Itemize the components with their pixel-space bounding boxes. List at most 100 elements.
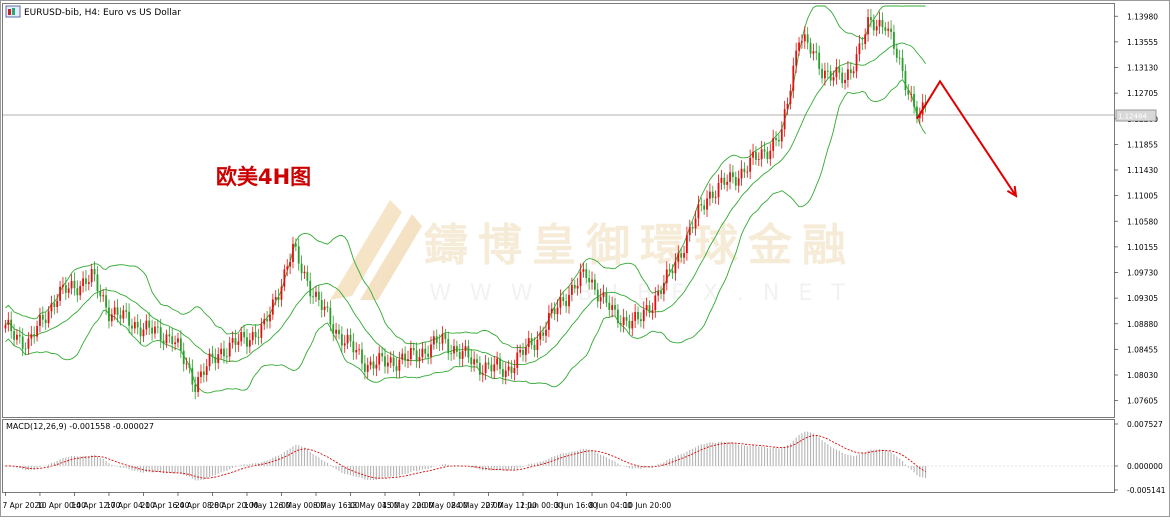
candle-body xyxy=(588,277,591,283)
candle-body xyxy=(556,307,559,315)
candle-body xyxy=(145,320,148,330)
candle-body xyxy=(363,363,366,372)
candle-body xyxy=(30,334,33,339)
candle-body xyxy=(829,71,832,81)
candle-body xyxy=(358,349,361,351)
candle-body xyxy=(516,352,519,368)
candle-body xyxy=(559,297,562,308)
candle-body xyxy=(36,326,38,337)
candle-body xyxy=(579,271,582,286)
candle-body xyxy=(789,90,792,104)
candle-body xyxy=(697,204,700,219)
candle-body xyxy=(809,42,812,54)
candle-body xyxy=(841,72,844,84)
candle-body xyxy=(59,286,61,301)
candle-body xyxy=(786,103,789,110)
candle-body xyxy=(605,292,608,303)
candle-body xyxy=(122,310,125,319)
candle-body xyxy=(501,369,504,377)
chart-svg[interactable]: 鑄博皇御環球金融 W W W . B I B F X . N E T EURUS… xyxy=(0,0,1170,517)
candle-body xyxy=(110,314,113,322)
candle-body xyxy=(257,337,260,339)
watermark-en: W W W . B I B F X . N E T xyxy=(429,281,850,306)
candle-body xyxy=(381,353,384,357)
candle-body xyxy=(447,339,450,354)
candle-body xyxy=(156,326,159,328)
candle-body xyxy=(637,312,639,320)
candle-body xyxy=(461,351,464,359)
candle-body xyxy=(297,246,300,264)
candle-body xyxy=(294,243,297,247)
candle-body xyxy=(838,67,841,73)
candle-body xyxy=(240,331,243,342)
candle-body xyxy=(493,364,496,372)
candle-body xyxy=(16,334,18,340)
candle-body xyxy=(596,289,599,302)
candle-body xyxy=(401,353,404,360)
candle-body xyxy=(752,151,754,158)
macd-tick-label: 0.007527 xyxy=(1127,420,1163,429)
candle-body xyxy=(430,344,432,357)
candle-body xyxy=(197,376,199,393)
candle-body xyxy=(801,41,803,43)
candle-body xyxy=(686,235,688,254)
candle-body xyxy=(732,172,734,178)
candle-body xyxy=(76,288,79,296)
candle-body xyxy=(530,338,533,345)
candle-body xyxy=(378,353,381,365)
candle-body xyxy=(136,322,139,328)
candle-body xyxy=(542,332,545,336)
price-tick-label: 1.13555 xyxy=(1127,38,1158,47)
candle-body xyxy=(631,320,634,329)
candle-body xyxy=(536,339,539,351)
current-price-label: 1.12484 xyxy=(1118,113,1147,121)
macd-pane[interactable] xyxy=(2,419,1115,493)
candle-body xyxy=(527,338,530,348)
candle-body xyxy=(418,357,421,361)
candle-body xyxy=(41,314,44,320)
candle-body xyxy=(349,334,352,342)
price-pane[interactable] xyxy=(2,3,1115,418)
candle-body xyxy=(375,364,378,369)
candle-body xyxy=(591,279,593,283)
candle-body xyxy=(573,284,576,289)
candle-body xyxy=(570,284,573,295)
candle-body xyxy=(366,365,369,372)
candle-body xyxy=(884,27,887,31)
candle-body xyxy=(709,191,711,199)
candle-body xyxy=(200,371,202,377)
candle-body xyxy=(355,350,358,353)
candle-body xyxy=(611,305,614,310)
candle-body xyxy=(861,43,864,45)
candle-body xyxy=(737,178,740,186)
candle-body xyxy=(622,317,625,326)
candle-body xyxy=(815,51,818,53)
candle-body xyxy=(56,300,59,308)
candle-body xyxy=(824,70,826,79)
candle-body xyxy=(858,43,861,55)
time-tick-label: 10 Jun 20:00 xyxy=(624,501,672,510)
candle-body xyxy=(533,344,536,351)
candle-body xyxy=(18,334,21,337)
candle-body xyxy=(179,338,182,351)
candle-body xyxy=(251,332,254,341)
candle-body xyxy=(415,350,418,361)
price-tick-label: 1.08455 xyxy=(1127,345,1158,354)
candle-body xyxy=(191,367,194,385)
candle-body xyxy=(522,349,524,355)
candle-body xyxy=(398,359,401,371)
candle-body xyxy=(39,314,41,327)
candle-body xyxy=(386,362,389,367)
candle-body xyxy=(228,342,231,357)
chart-window[interactable]: 鑄博皇御環球金融 W W W . B I B F X . N E T EURUS… xyxy=(0,0,1170,517)
price-tick-label: 1.10580 xyxy=(1127,217,1158,226)
chart-type-icon[interactable] xyxy=(5,5,21,18)
candle-body xyxy=(194,384,197,393)
candle-body xyxy=(872,20,875,31)
candle-body xyxy=(346,334,349,344)
candle-body xyxy=(4,324,7,329)
candle-body xyxy=(455,346,458,352)
candle-body xyxy=(691,226,694,229)
candle-body xyxy=(654,295,657,311)
candle-body xyxy=(783,109,786,130)
